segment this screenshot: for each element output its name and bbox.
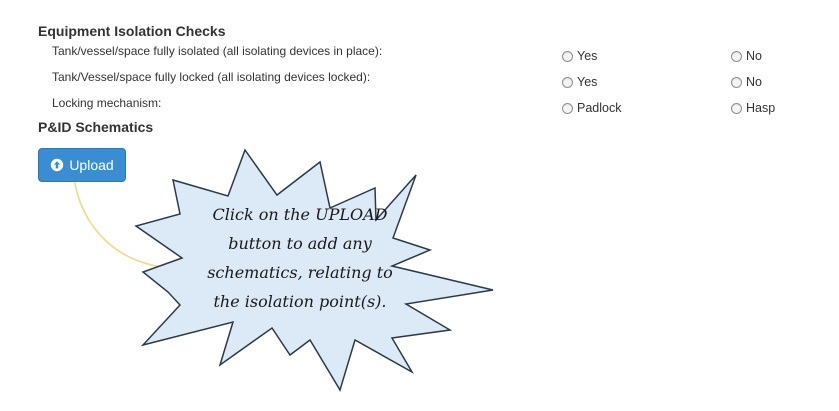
callout-line-2: button to add any xyxy=(228,234,372,253)
callout-text: Click on the UPLOAD button to add any sc… xyxy=(190,200,410,316)
callout-line-4: the isolation point(s). xyxy=(213,292,387,311)
upload-button-label: Upload xyxy=(69,157,114,173)
upload-circle-icon xyxy=(51,158,64,172)
callout-graphic xyxy=(67,148,494,392)
callout-line-3: schematics, relating to xyxy=(207,263,393,282)
callout-line-1: Click on the UPLOAD xyxy=(212,205,388,224)
upload-button[interactable]: Upload xyxy=(38,148,126,182)
